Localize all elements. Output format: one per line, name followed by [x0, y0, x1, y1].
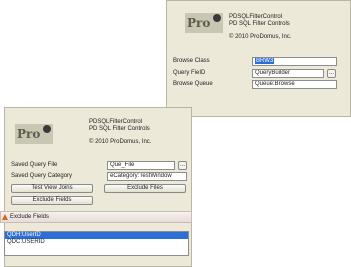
saved-query-file-label: Saved Query File	[11, 162, 58, 168]
exclude-fields-icon	[2, 214, 8, 220]
exclude-fields-title: Exclude Fields	[10, 214, 50, 220]
list-item[interactable]: QDH:UserID	[5, 232, 188, 239]
prodomus-logo: Pro	[185, 13, 223, 33]
product-name: PDSQLFilterControl	[229, 14, 283, 20]
copyright: © 2010 ProDomus, Inc.	[229, 34, 292, 40]
query-field-input[interactable]: QueryBuilder	[252, 69, 324, 78]
product-description: PD SQL Filter Controls	[229, 21, 290, 27]
saved-query-file-browse-button[interactable]: ...	[178, 161, 187, 170]
exclude-fields-list[interactable]: QDH:UserID QDC:USERID	[4, 231, 189, 256]
browse-queue-field[interactable]: Queue:Browse	[252, 80, 337, 89]
svg-text:Pro: Pro	[187, 16, 210, 30]
browse-class-value: BRW3	[255, 58, 275, 64]
prodomus-logo: Pro	[15, 124, 53, 144]
saved-query-category-input[interactable]: eCategory:TestWindow	[107, 172, 187, 181]
browse-class-field[interactable]: BRW3	[252, 57, 337, 66]
browse-queue-label: Browse Queue	[173, 81, 213, 87]
saved-query-category-label: Saved Query Category	[11, 173, 73, 179]
saved-query-file-input[interactable]: Que_File	[107, 161, 175, 170]
browse-class-label: Browse Class	[173, 58, 210, 64]
exclude-files-button[interactable]: Exclude Files	[104, 184, 186, 193]
top-control-panel: Pro PDSQLFilterControl PD SQL Filter Con…	[166, 0, 351, 117]
query-field-browse-button[interactable]: ...	[327, 69, 336, 78]
product-name: PDSQLFilterControl	[89, 119, 143, 125]
copyright: © 2010 ProDomus, Inc.	[89, 139, 152, 145]
list-item[interactable]: QDC:USERID	[5, 239, 188, 246]
svg-text:Pro: Pro	[17, 127, 40, 141]
exclude-fields-header: Exclude Fields	[0, 211, 192, 223]
query-field-label: Query FieID	[173, 70, 206, 76]
test-view-joins-button[interactable]: Test View Joins	[11, 184, 93, 193]
product-description: PD SQL Filter Controls	[89, 126, 150, 132]
exclude-fields-button[interactable]: Exclude Fields	[11, 196, 93, 205]
